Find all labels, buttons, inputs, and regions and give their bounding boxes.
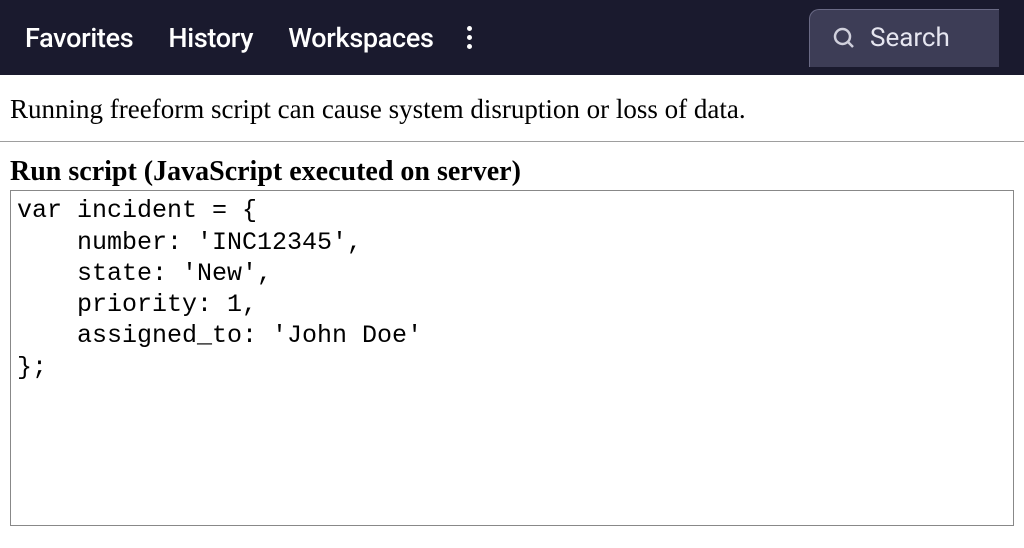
more-menu-icon[interactable] (461, 20, 478, 55)
warning-bar: Running freeform script can cause system… (0, 75, 1024, 142)
dot-icon (467, 44, 472, 49)
script-editor[interactable]: var incident = { number: 'INC12345', sta… (10, 190, 1014, 526)
nav-history[interactable]: History (168, 22, 253, 54)
nav-workspaces[interactable]: Workspaces (288, 22, 433, 54)
top-nav: Favorites History Workspaces Search (0, 0, 1024, 75)
script-section: Run script (JavaScript executed on serve… (0, 142, 1024, 526)
nav-favorites[interactable]: Favorites (25, 22, 133, 54)
dot-icon (467, 35, 472, 40)
search-label: Search (870, 23, 950, 53)
dot-icon (467, 26, 472, 31)
search-icon (832, 26, 856, 50)
search-box[interactable]: Search (809, 9, 999, 67)
script-heading: Run script (JavaScript executed on serve… (10, 156, 1014, 188)
